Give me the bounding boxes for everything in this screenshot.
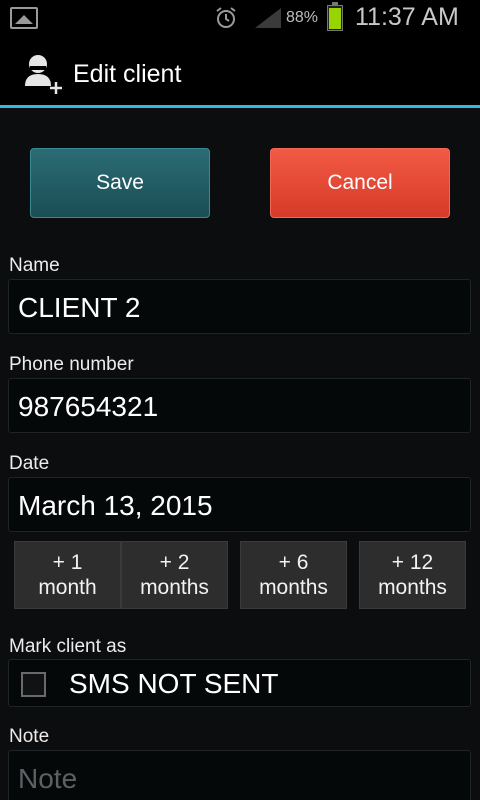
- note-label: Note: [9, 726, 50, 747]
- increment-unit: month: [38, 576, 97, 599]
- increment-unit: months: [378, 576, 447, 599]
- note-placeholder: Note: [18, 763, 78, 794]
- increment-amount: + 1: [52, 551, 83, 574]
- name-value: CLIENT 2: [18, 292, 141, 323]
- alarm-icon: [216, 7, 236, 28]
- add-2-months-button[interactable]: + 2 months: [121, 541, 228, 609]
- sms-not-sent-label: SMS NOT SENT: [69, 668, 279, 699]
- mark-client-label: Mark client as: [9, 636, 127, 657]
- name-label: Name: [9, 255, 60, 276]
- increment-unit: months: [259, 576, 328, 599]
- increment-amount: + 12: [391, 551, 434, 574]
- date-field[interactable]: March 13, 2015: [8, 477, 471, 532]
- gallery-icon: [10, 7, 38, 29]
- sms-not-sent-checkbox[interactable]: [21, 672, 46, 697]
- page-title: Edit client: [73, 60, 182, 88]
- increment-amount: + 6: [278, 551, 309, 574]
- add-12-months-button[interactable]: + 12 months: [359, 541, 466, 609]
- phone-value: 987654321: [18, 391, 159, 422]
- cancel-button[interactable]: Cancel: [270, 148, 450, 218]
- name-field[interactable]: CLIENT 2: [8, 279, 471, 334]
- increment-unit: months: [140, 576, 209, 599]
- action-bar: Edit client: [0, 38, 480, 108]
- signal-icon: [255, 8, 281, 28]
- add-6-months-button[interactable]: + 6 months: [240, 541, 347, 609]
- phone-label: Phone number: [9, 354, 134, 375]
- add-1-month-button[interactable]: + 1 month: [14, 541, 121, 609]
- edit-client-form: Save Cancel Name CLIENT 2 Phone number 9…: [0, 108, 480, 800]
- increment-amount: + 2: [159, 551, 190, 574]
- phone-field[interactable]: 987654321: [8, 378, 471, 433]
- note-field[interactable]: Note: [8, 750, 471, 800]
- battery-percent: 88%: [286, 9, 319, 26]
- battery-icon: [327, 2, 343, 31]
- date-label: Date: [9, 453, 50, 474]
- sms-not-sent-row[interactable]: SMS NOT SENT: [8, 659, 471, 707]
- date-value: March 13, 2015: [18, 490, 213, 521]
- add-user-icon: [25, 55, 62, 94]
- status-bar: 88% 11:37 AM: [0, 0, 480, 38]
- save-button[interactable]: Save: [30, 148, 210, 218]
- clock: 11:37 AM: [355, 3, 459, 31]
